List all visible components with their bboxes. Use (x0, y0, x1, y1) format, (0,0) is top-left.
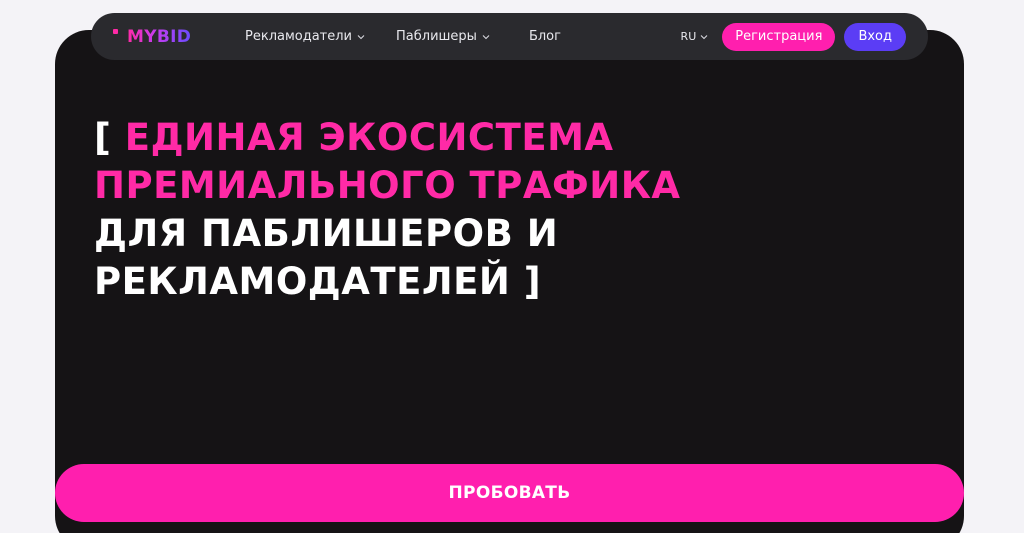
hero-headline: [ ЕДИНАЯ ЭКОСИСТЕМА ПРЕМИАЛЬНОГО ТРАФИКА… (94, 114, 814, 306)
headline-bracket-open: [ (94, 116, 125, 159)
headline-line-2: ПРЕМИАЛЬНОГО ТРАФИКА (94, 164, 681, 207)
headline-line-1-text: ЕДИНАЯ ЭКОСИСТЕМА (124, 116, 614, 159)
nav-item-label: Паблишеры (396, 29, 477, 44)
register-button[interactable]: Регистрация (722, 22, 836, 51)
logo-text: MYBID (127, 26, 192, 47)
language-label: RU (680, 30, 697, 43)
nav-menu: Рекламодатели Паблишеры Блог (245, 29, 592, 44)
page: MYBID Рекламодатели Паблишеры Блог RU Ре… (0, 0, 1024, 533)
nav-actions: RU Регистрация Вход (681, 22, 906, 51)
nav-item-publishers[interactable]: Паблишеры (396, 29, 490, 44)
nav-item-label: Блог (528, 29, 561, 44)
chevron-down-icon (357, 34, 365, 39)
nav-item-blog[interactable]: Блог (529, 29, 561, 44)
login-button[interactable]: Вход (844, 22, 906, 51)
logo-mark-icon (113, 28, 125, 45)
headline-line-3: ДЛЯ ПАБЛИШЕРОВ И (94, 212, 559, 255)
try-button[interactable]: ПРОБОВАТЬ (55, 464, 964, 522)
headline-line-4: РЕКЛАМОДАТЕЛЕЙ ] (94, 260, 542, 303)
nav-item-label: Рекламодатели (245, 29, 353, 44)
nav-item-advertisers[interactable]: Рекламодатели (245, 29, 365, 44)
chevron-down-icon (700, 34, 708, 39)
top-navbar: MYBID Рекламодатели Паблишеры Блог RU Ре… (91, 13, 928, 60)
headline-line-1: [ ЕДИНАЯ ЭКОСИСТЕМА (94, 114, 814, 162)
chevron-down-icon (482, 34, 490, 39)
language-selector[interactable]: RU (681, 30, 709, 43)
logo[interactable]: MYBID (113, 25, 223, 49)
